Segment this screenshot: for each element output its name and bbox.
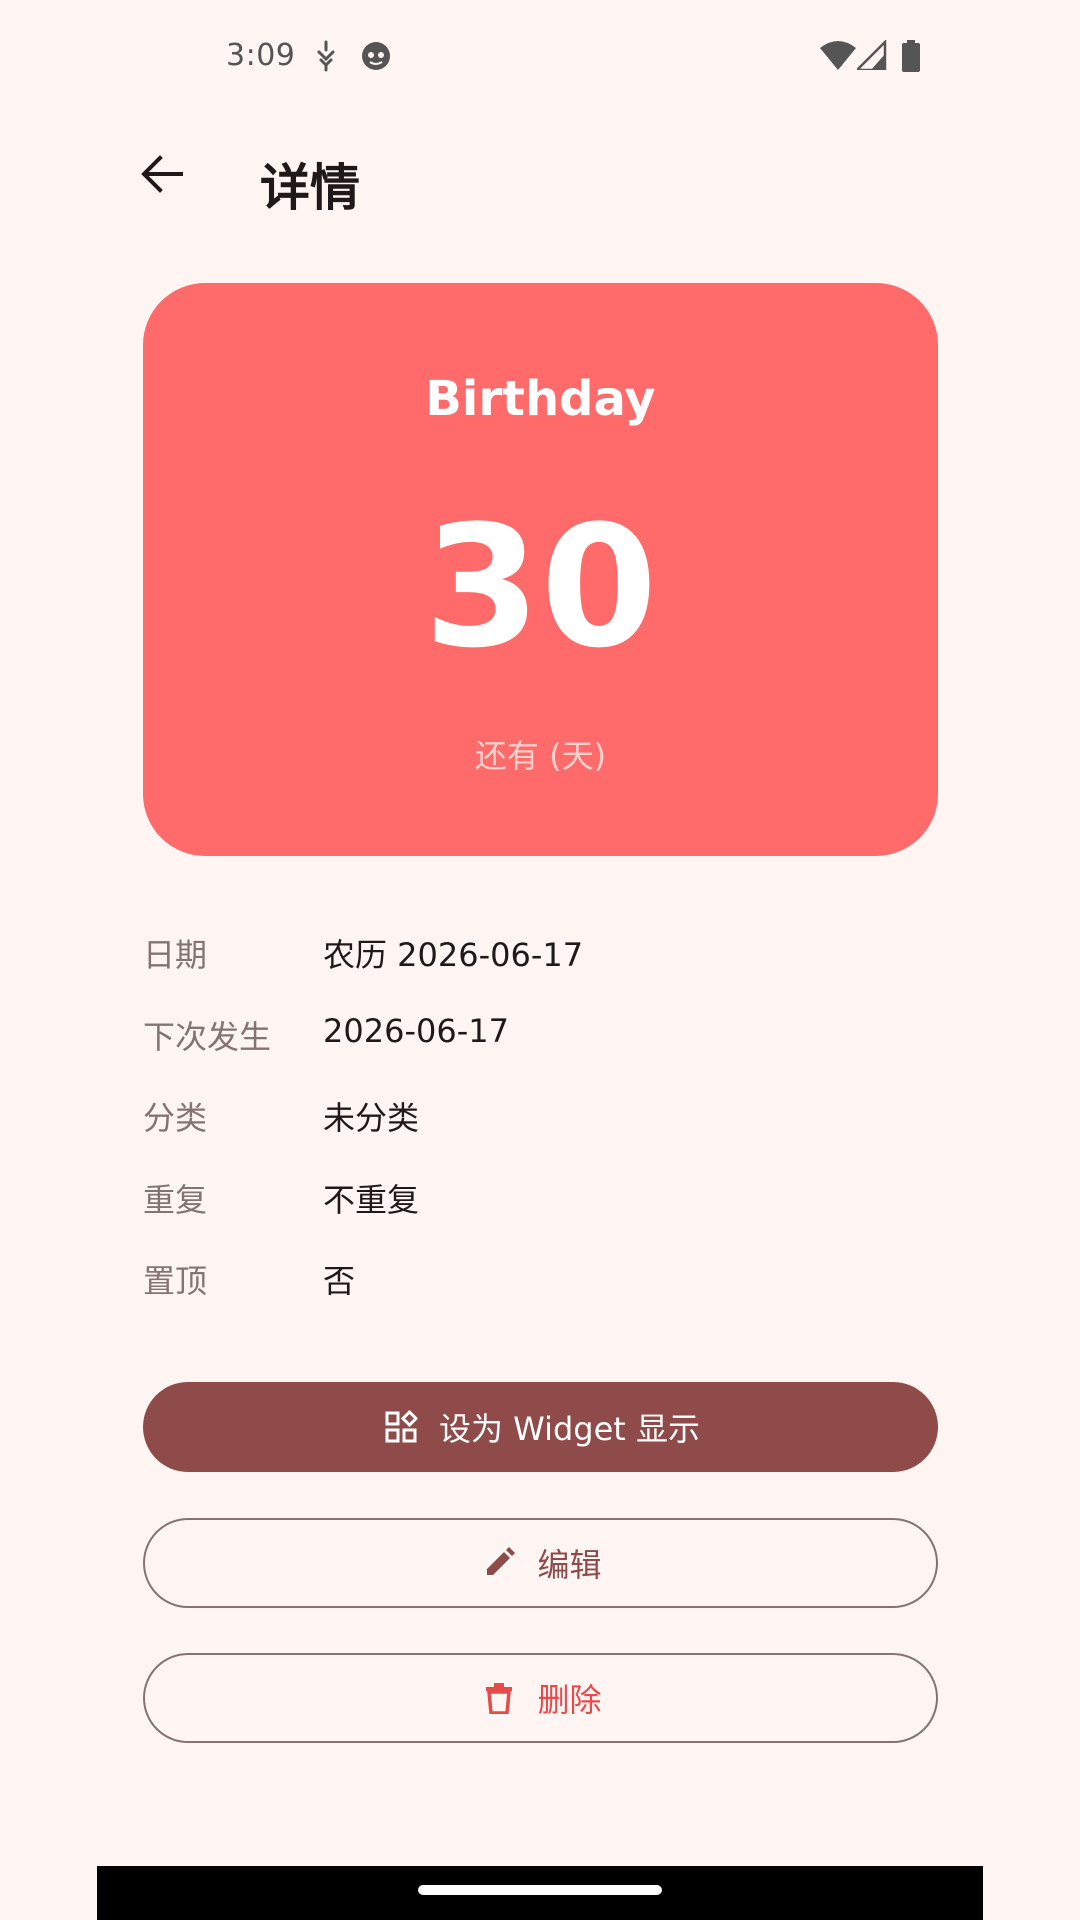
top-app-bar: 详情 [0,118,1080,238]
pin-icon [315,40,337,76]
detail-row-date: 日期 农历 2026-06-17 [143,930,938,1012]
detail-value: 2026-06-17 [323,1011,509,1050]
details-list: 日期 农历 2026-06-17 下次发生 2026-06-17 分类 未分类 … [143,930,938,1338]
event-card: Birthday 30 还有 (天) [143,283,938,856]
days-remaining-count: 30 [423,489,658,685]
detail-value: 不重复 [323,1180,420,1219]
edit-button[interactable]: 编辑 [143,1518,938,1608]
detail-screen: 3:09 详情 Birthday 30 还有 (天) 日期 农历 2026-06… [0,0,1080,1920]
wifi-icon [820,40,856,74]
detail-row-repeat: 重复 不重复 [143,1175,938,1257]
detail-label: 重复 [143,1180,208,1219]
status-bar: 3:09 [0,0,1080,118]
detail-row-category: 分类 未分类 [143,1093,938,1175]
delete-label: 删除 [537,1681,602,1719]
edit-label: 编辑 [537,1546,602,1584]
set-widget-label: 设为 Widget 显示 [438,1410,701,1448]
pencil-icon [479,1543,519,1583]
page-title: 详情 [260,159,360,217]
days-remaining-label: 还有 (天) [474,737,607,775]
set-widget-button[interactable]: 设为 Widget 显示 [143,1382,938,1472]
home-gesture-handle[interactable] [418,1885,662,1895]
detail-value: 农历 2026-06-17 [323,936,584,974]
arrow-back-icon [141,153,183,199]
widgets-icon [381,1407,421,1447]
detail-label: 置顶 [143,1262,208,1300]
event-title: Birthday [425,371,656,427]
detail-row-pinned: 置顶 否 [143,1256,938,1338]
detail-value: 未分类 [323,1099,420,1137]
battery-icon [900,40,922,76]
system-navigation-bar [97,1866,983,1920]
detail-label: 分类 [143,1099,208,1137]
detail-row-next-occurrence: 下次发生 2026-06-17 [143,1012,938,1094]
detail-label: 日期 [143,936,208,974]
detail-value: 否 [323,1262,356,1300]
back-button[interactable] [126,140,198,212]
delete-button[interactable]: 删除 [143,1653,938,1743]
detail-label: 下次发生 [143,1017,272,1056]
trash-icon [479,1678,519,1718]
face-icon [360,40,392,76]
status-time: 3:09 [226,38,296,73]
cell-signal-icon [853,38,887,74]
